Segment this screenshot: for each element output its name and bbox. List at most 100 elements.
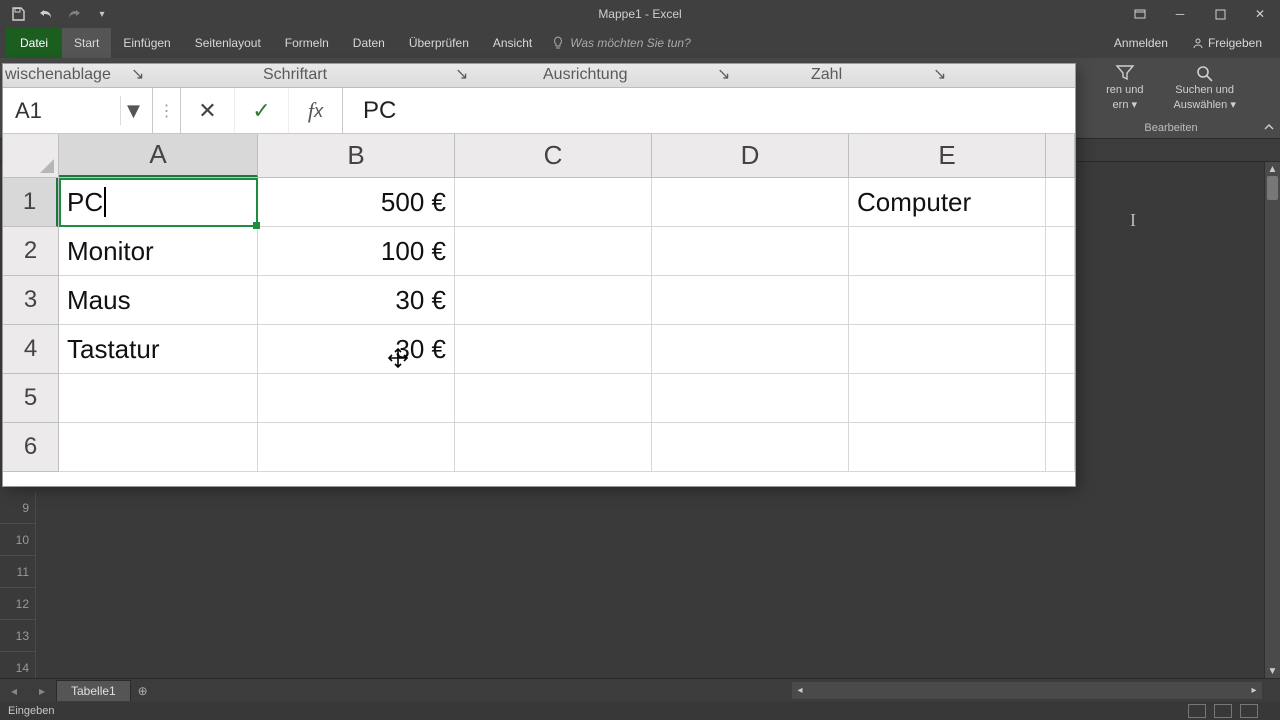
cell-B3[interactable]: 30 € bbox=[258, 276, 455, 325]
cancel-edit-icon[interactable]: ✕ bbox=[181, 88, 235, 133]
close-button[interactable]: ✕ bbox=[1240, 0, 1280, 28]
cell-A2[interactable]: Monitor bbox=[59, 227, 258, 276]
view-page-layout-icon[interactable] bbox=[1214, 704, 1232, 718]
cell-D6[interactable] bbox=[652, 423, 849, 472]
scroll-up-icon[interactable]: ▲ bbox=[1265, 162, 1280, 176]
name-box-dropdown-icon[interactable]: ▼ bbox=[120, 96, 146, 125]
cell-D3[interactable] bbox=[652, 276, 849, 325]
cell-E4[interactable] bbox=[849, 325, 1046, 374]
tab-file[interactable]: Datei bbox=[6, 28, 62, 58]
share-button[interactable]: Freigeben bbox=[1182, 36, 1272, 50]
select-all-corner[interactable] bbox=[3, 134, 59, 178]
maximize-button[interactable] bbox=[1200, 0, 1240, 28]
cell-C1[interactable] bbox=[455, 178, 652, 227]
tab-formulas[interactable]: Formeln bbox=[273, 28, 341, 58]
view-normal-icon[interactable] bbox=[1188, 704, 1206, 718]
dialog-launcher-icon[interactable]: ↘ bbox=[717, 64, 730, 86]
hscroll-track[interactable] bbox=[808, 685, 1246, 697]
row-header-4[interactable]: 4 bbox=[3, 325, 58, 374]
cell-A3[interactable]: Maus bbox=[59, 276, 258, 325]
row-header[interactable]: 11 bbox=[0, 556, 36, 588]
col-header-D[interactable]: D bbox=[652, 134, 849, 177]
cell-E1[interactable]: Computer bbox=[849, 178, 1046, 227]
scroll-thumb[interactable] bbox=[1267, 176, 1278, 200]
horizontal-scrollbar[interactable]: ◂ ▸ bbox=[792, 682, 1262, 699]
sheet-nav-next-icon[interactable]: ▸ bbox=[28, 684, 56, 698]
dialog-launcher-icon[interactable]: ↘ bbox=[131, 64, 144, 86]
col-header-C[interactable]: C bbox=[455, 134, 652, 177]
tab-home[interactable]: Start bbox=[62, 28, 111, 58]
cell-D2[interactable] bbox=[652, 227, 849, 276]
cell-C3[interactable] bbox=[455, 276, 652, 325]
cell-F6[interactable] bbox=[1046, 423, 1075, 472]
dialog-launcher-icon[interactable]: ↘ bbox=[933, 64, 946, 86]
customize-qat-icon[interactable]: ▾ bbox=[92, 4, 112, 24]
cell-F4[interactable] bbox=[1046, 325, 1075, 374]
cell-A6[interactable] bbox=[59, 423, 258, 472]
cell-C6[interactable] bbox=[455, 423, 652, 472]
cell-C2[interactable] bbox=[455, 227, 652, 276]
collapse-ribbon-icon[interactable] bbox=[1260, 118, 1278, 136]
sign-in-link[interactable]: Anmelden bbox=[1104, 36, 1178, 50]
vertical-scrollbar[interactable]: ▲ ▼ bbox=[1264, 162, 1280, 678]
minimize-button[interactable]: ─ bbox=[1160, 0, 1200, 28]
row-header-6[interactable]: 6 bbox=[3, 423, 58, 472]
col-header-A[interactable]: A bbox=[59, 134, 258, 177]
cell-B6[interactable] bbox=[258, 423, 455, 472]
sheet-nav-prev-icon[interactable]: ◂ bbox=[0, 684, 28, 698]
tab-view[interactable]: Ansicht bbox=[481, 28, 544, 58]
cell-F2[interactable] bbox=[1046, 227, 1075, 276]
sheet-tab-active[interactable]: Tabelle1 bbox=[56, 680, 131, 701]
row-header-3[interactable]: 3 bbox=[3, 276, 58, 325]
row-header-5[interactable]: 5 bbox=[3, 374, 58, 423]
cell-D1[interactable] bbox=[652, 178, 849, 227]
view-page-break-icon[interactable] bbox=[1240, 704, 1258, 718]
cell-A4[interactable]: Tastatur bbox=[59, 325, 258, 374]
col-header-partial[interactable] bbox=[1046, 134, 1075, 177]
cell-C4[interactable] bbox=[455, 325, 652, 374]
name-box[interactable]: A1 ▼ bbox=[3, 88, 153, 133]
ribbon-display-options-icon[interactable] bbox=[1120, 0, 1160, 28]
row-header[interactable]: 12 bbox=[0, 588, 36, 620]
cell-E3[interactable] bbox=[849, 276, 1046, 325]
row-header-2[interactable]: 2 bbox=[3, 227, 58, 276]
dialog-launcher-icon[interactable]: ↘ bbox=[455, 64, 468, 86]
cell-B2[interactable]: 100 € bbox=[258, 227, 455, 276]
cell-F5[interactable] bbox=[1046, 374, 1075, 423]
cell-F3[interactable] bbox=[1046, 276, 1075, 325]
cell-A5[interactable] bbox=[59, 374, 258, 423]
cell-C5[interactable] bbox=[455, 374, 652, 423]
undo-icon[interactable] bbox=[36, 4, 56, 24]
col-header-B[interactable]: B bbox=[258, 134, 455, 177]
col-header-E[interactable]: E bbox=[849, 134, 1046, 177]
tab-data[interactable]: Daten bbox=[341, 28, 397, 58]
cell-E6[interactable] bbox=[849, 423, 1046, 472]
tab-page-layout[interactable]: Seitenlayout bbox=[183, 28, 273, 58]
cell-B4[interactable]: 30 € bbox=[258, 325, 455, 374]
cell-A1[interactable]: PC bbox=[59, 178, 258, 227]
save-icon[interactable] bbox=[8, 4, 28, 24]
tab-review[interactable]: Überprüfen bbox=[397, 28, 481, 58]
insert-function-icon[interactable]: fx bbox=[289, 88, 343, 133]
cell-D4[interactable] bbox=[652, 325, 849, 374]
formula-input[interactable]: PC bbox=[343, 88, 1075, 133]
worksheet-grid[interactable]: A B C D E 1 2 3 4 5 6 PC 500 € Computer bbox=[3, 134, 1075, 486]
cell-B5[interactable] bbox=[258, 374, 455, 423]
scroll-right-icon[interactable]: ▸ bbox=[1246, 685, 1262, 696]
row-header[interactable]: 10 bbox=[0, 524, 36, 556]
scroll-left-icon[interactable]: ◂ bbox=[792, 685, 808, 696]
new-sheet-button[interactable]: ⊕ bbox=[131, 684, 155, 698]
find-select-button[interactable]: Suchen und Auswählen ▾ bbox=[1173, 64, 1235, 111]
confirm-edit-icon[interactable]: ✓ bbox=[235, 88, 289, 133]
tell-me-search[interactable]: Was möchten Sie tun? bbox=[544, 28, 699, 58]
tab-insert[interactable]: Einfügen bbox=[111, 28, 182, 58]
redo-icon[interactable] bbox=[64, 4, 84, 24]
cell-D5[interactable] bbox=[652, 374, 849, 423]
cell-E5[interactable] bbox=[849, 374, 1046, 423]
row-header-1[interactable]: 1 bbox=[3, 178, 58, 227]
row-header[interactable]: 9 bbox=[0, 492, 36, 524]
scroll-down-icon[interactable]: ▼ bbox=[1265, 664, 1280, 678]
cell-E2[interactable] bbox=[849, 227, 1046, 276]
cell-B1[interactable]: 500 € bbox=[258, 178, 455, 227]
row-header[interactable]: 13 bbox=[0, 620, 36, 652]
